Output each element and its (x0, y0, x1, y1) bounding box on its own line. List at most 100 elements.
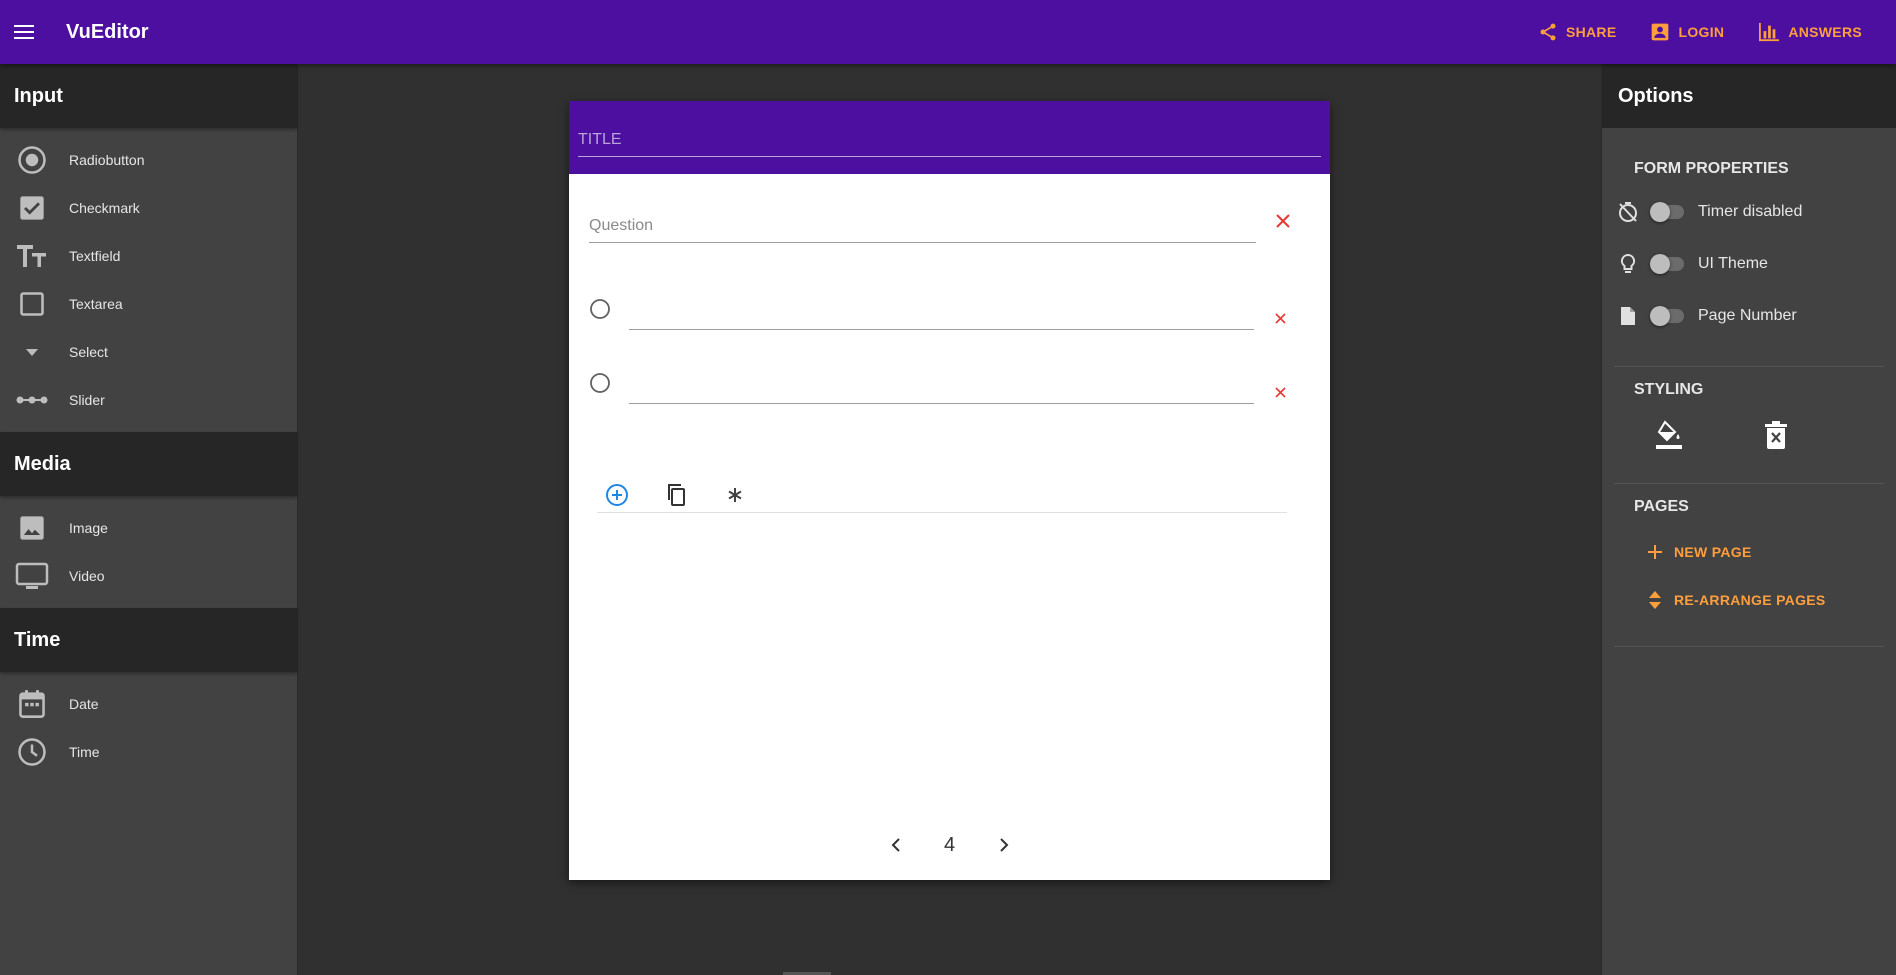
tool-checkmark[interactable]: Checkmark (0, 184, 297, 232)
add-circle-icon (606, 483, 628, 506)
radio-button-icon (18, 146, 46, 174)
page-number-switch[interactable] (1650, 306, 1686, 326)
delete-x-icon (1765, 420, 1787, 449)
tool-date[interactable]: Date (0, 680, 297, 728)
toggle-page-number[interactable]: Page Number (1602, 290, 1896, 342)
bar-chart-icon (1759, 22, 1780, 42)
timer-switch[interactable] (1650, 202, 1686, 222)
asterisk-icon (728, 487, 742, 502)
tool-time[interactable]: Time (0, 728, 297, 776)
login-label: LOGIN (1678, 24, 1725, 40)
tool-textarea[interactable]: Textarea (0, 280, 297, 328)
tool-label: Video (69, 568, 105, 584)
toggle-timer[interactable]: Timer disabled (1602, 186, 1896, 238)
divider (1614, 483, 1884, 484)
divider (1614, 366, 1884, 367)
options-panel: Options FORM PROPERTIES Timer disabled U… (1601, 64, 1896, 975)
clear-style-button[interactable] (1764, 420, 1788, 454)
tool-image[interactable]: Image (0, 504, 297, 552)
title-placeholder: TITLE (578, 131, 622, 148)
share-button[interactable]: SHARE (1530, 14, 1625, 50)
tool-label: Radiobutton (69, 152, 145, 168)
copy-icon (668, 483, 685, 506)
next-page-button[interactable] (992, 833, 1016, 857)
paint-bucket-icon (1656, 419, 1682, 449)
option-radio[interactable] (589, 298, 611, 320)
rearrange-pages-button[interactable]: RE-ARRANGE PAGES (1602, 576, 1896, 624)
pages-title: PAGES (1634, 498, 1689, 515)
option-row (589, 294, 1299, 334)
square-outline-icon (20, 292, 44, 316)
close-icon (1276, 214, 1290, 228)
app-bar: VuEditor SHARE LOGIN ANSWERS (0, 0, 1896, 64)
question-placeholder: Question (589, 217, 654, 234)
new-page-label: NEW PAGE (1674, 544, 1752, 560)
tool-slider[interactable]: Slider (0, 376, 297, 424)
form-title-input[interactable]: TITLE (578, 129, 1321, 157)
monitor-icon (15, 562, 49, 589)
option-input[interactable] (629, 294, 1254, 330)
delete-question-button[interactable] (1271, 209, 1295, 233)
form-properties-list: Timer disabled UI Theme Page Number (1602, 186, 1896, 342)
toggle-label: UI Theme (1698, 255, 1768, 272)
chevron-left-icon (891, 838, 900, 852)
tool-label: Slider (69, 392, 105, 408)
answers-label: ANSWERS (1788, 24, 1862, 40)
time-tools: Date Time (0, 672, 297, 776)
toggle-label: Timer disabled (1698, 203, 1803, 220)
file-icon (1621, 307, 1635, 325)
rearrange-label: RE-ARRANGE PAGES (1674, 592, 1826, 608)
tool-label: Image (69, 520, 108, 536)
ui-theme-switch[interactable] (1650, 254, 1686, 274)
tool-radiobutton[interactable]: Radiobutton (0, 136, 297, 184)
tool-label: Select (69, 344, 108, 360)
form-properties-title: FORM PROPERTIES (1634, 160, 1789, 177)
options-title: Options (1602, 64, 1896, 128)
components-panel: Input Radiobutton Checkmark Textfield Te… (0, 64, 298, 975)
input-tools: Radiobutton Checkmark Textfield Textarea… (0, 128, 297, 424)
share-icon (1540, 23, 1556, 41)
dropdown-arrow-icon (26, 349, 38, 356)
image-icon (20, 516, 44, 540)
tool-video[interactable]: Video (0, 552, 297, 600)
delete-option-button[interactable] (1272, 310, 1288, 326)
tool-label: Date (69, 696, 99, 712)
tool-select[interactable]: Select (0, 328, 297, 376)
tool-label: Textarea (69, 296, 123, 312)
media-tools: Image Video (0, 496, 297, 600)
menu-button[interactable] (0, 8, 48, 56)
plus-icon (1648, 545, 1662, 559)
add-option-button[interactable] (605, 483, 629, 507)
fill-color-button[interactable] (1654, 419, 1684, 455)
checkbox-icon (20, 196, 44, 220)
question-input[interactable]: Question (589, 211, 1256, 243)
option-input[interactable] (629, 368, 1254, 404)
tool-label: Checkmark (69, 200, 140, 216)
login-button[interactable]: LOGIN (1642, 14, 1732, 50)
new-page-button[interactable]: NEW PAGE (1602, 528, 1896, 576)
text-fields-icon (17, 245, 46, 267)
account-box-icon (1652, 23, 1669, 41)
previous-page-button[interactable] (884, 833, 908, 857)
styling-title: STYLING (1634, 381, 1704, 398)
duplicate-question-button[interactable] (664, 483, 688, 507)
toggle-ui-theme[interactable]: UI Theme (1602, 238, 1896, 290)
radio-unchecked-icon (590, 299, 610, 319)
page-number: 4 (943, 833, 956, 856)
section-header-input: Input (0, 64, 297, 128)
app-title: VuEditor (66, 20, 149, 43)
answers-button[interactable]: ANSWERS (1750, 14, 1870, 50)
calendar-icon (19, 690, 45, 718)
option-radio[interactable] (589, 372, 611, 394)
share-label: SHARE (1565, 24, 1617, 40)
form-header: TITLE (569, 101, 1330, 174)
close-icon (1274, 312, 1286, 324)
section-header-time: Time (0, 608, 297, 672)
delete-option-button[interactable] (1272, 384, 1288, 400)
option-row (589, 368, 1299, 408)
tool-textfield[interactable]: Textfield (0, 232, 297, 280)
clock-icon (18, 738, 46, 766)
divider (1614, 646, 1884, 647)
required-toggle-button[interactable] (723, 483, 747, 507)
form-page-card: TITLE Question 4 (569, 101, 1330, 880)
